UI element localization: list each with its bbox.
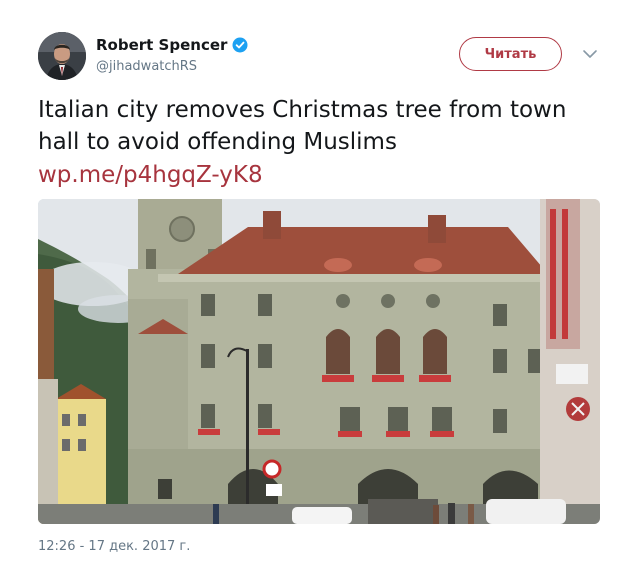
chevron-down-icon[interactable] — [582, 48, 598, 60]
user-avatar-photo — [38, 32, 86, 80]
tweet-card: Robert Spencer @jihadwatchRS Читать Ital… — [0, 0, 636, 566]
tweet-media[interactable] — [38, 199, 600, 524]
verified-badge-icon — [232, 37, 248, 53]
follow-button[interactable]: Читать — [459, 37, 562, 71]
tweet-link[interactable]: wp.me/p4hgqZ-yK8 — [38, 159, 263, 191]
author-handle[interactable]: @jihadwatchRS — [96, 59, 197, 74]
author-name[interactable]: Robert Spencer — [96, 36, 227, 54]
tweet-timestamp[interactable]: 12:26 - 17 дек. 2017 г. — [38, 539, 190, 554]
avatar[interactable] — [38, 32, 86, 80]
town-hall-building-photo — [38, 199, 600, 524]
tweet-text: Italian city removes Christmas tree from… — [38, 97, 567, 155]
